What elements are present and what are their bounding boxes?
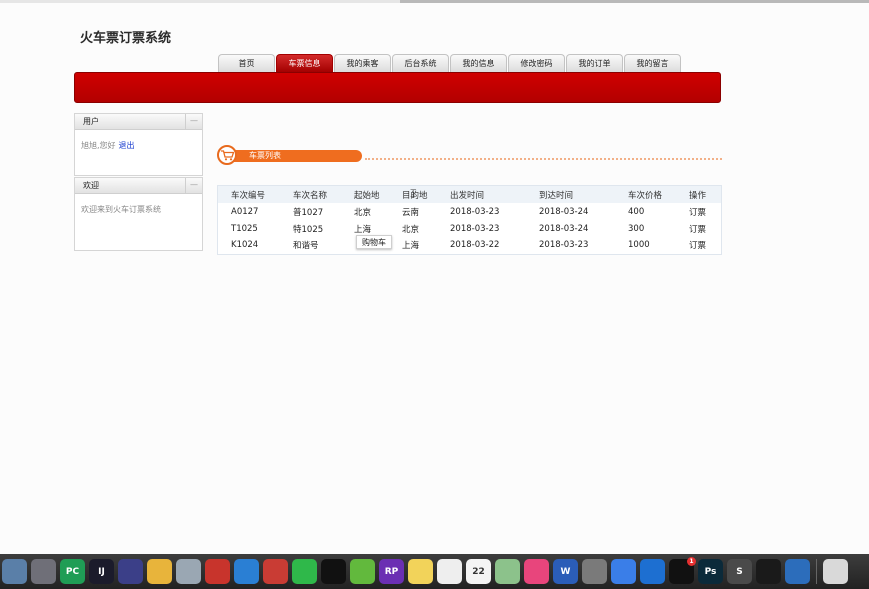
ticket-list-title: 车票列表 <box>231 150 362 162</box>
header-banner <box>74 72 721 103</box>
user-panel-header: 用户 — <box>75 114 202 130</box>
photoshop-icon[interactable]: Ps <box>698 559 723 584</box>
preview-icon[interactable] <box>2 559 27 584</box>
cell-price: 300 <box>628 223 645 234</box>
cell-train-no: A0127 <box>231 206 259 217</box>
system-preferences-icon[interactable] <box>582 559 607 584</box>
cell-arrive-time: 2018-03-24 <box>539 206 589 217</box>
tab-my-info[interactable]: 我的信息 <box>450 54 507 72</box>
intellij-icon[interactable]: IJ <box>89 559 114 584</box>
macos-dock: PC IJ RP 22 W 1 Ps S <box>0 554 869 589</box>
welcome-text: 欢迎来到火车订票系统 <box>81 205 161 214</box>
launchpad-icon[interactable] <box>31 559 56 584</box>
user-greeting: 旭旭,您好 <box>81 141 116 150</box>
trash-icon[interactable] <box>823 559 848 584</box>
cell-train-no: T1025 <box>231 223 258 234</box>
music-icon[interactable] <box>350 559 375 584</box>
notes-icon[interactable] <box>408 559 433 584</box>
ticket-table-header-row: 车次编号 车次名称 起始地 目的地 出发时间 到达时间 车次价格 操作 <box>218 186 721 203</box>
cell-price: 1000 <box>628 240 650 250</box>
qq-badge-icon[interactable]: 1 <box>669 557 696 584</box>
window-top-line <box>0 0 869 3</box>
screen-sharing-icon[interactable] <box>263 559 288 584</box>
book-ticket-link[interactable]: 订票 <box>676 237 721 254</box>
welcome-panel-collapse-button[interactable]: — <box>185 178 202 193</box>
column-header-origin: 起始地 <box>341 186 389 203</box>
itunes-icon[interactable] <box>524 559 549 584</box>
teamviewer-icon[interactable] <box>640 559 665 584</box>
ticket-table: 车次编号 车次名称 起始地 目的地 出发时间 到达时间 车次价格 操作 A012… <box>217 185 722 255</box>
cell-depart-time: 2018-03-23 <box>450 223 500 234</box>
redis-icon[interactable] <box>205 559 230 584</box>
tab-admin[interactable]: 后台系统 <box>392 54 449 72</box>
column-header-action: 操作 <box>676 186 721 203</box>
terminal-icon[interactable] <box>756 559 781 584</box>
cell-train-no: K1024 <box>231 240 259 250</box>
tab-my-orders[interactable]: 我的订单 <box>566 54 623 72</box>
tab-my-passengers[interactable]: 我的乘客 <box>334 54 391 72</box>
baidu-netdisk-icon[interactable] <box>611 559 636 584</box>
reminders-icon[interactable] <box>437 559 462 584</box>
book-ticket-link[interactable]: 订票 <box>676 203 721 220</box>
edge-icon[interactable] <box>785 559 810 584</box>
cell-origin: 北京 <box>354 207 372 218</box>
notification-badge: 1 <box>687 557 696 566</box>
app-title: 火车票订票系统 <box>80 31 172 46</box>
welcome-panel: 欢迎 — 欢迎来到火车订票系统 <box>74 177 203 251</box>
table-row: A0127 普1027 北京 云南 2018-03-23 2018-03-24 … <box>218 203 721 220</box>
main-nav: 首页 车票信息 我的乘客 后台系统 我的信息 修改密码 我的订单 我的留言 <box>218 54 681 72</box>
tab-my-messages[interactable]: 我的留言 <box>624 54 681 72</box>
word-icon[interactable]: W <box>553 559 578 584</box>
cell-train-name: 特1025 <box>293 224 324 235</box>
eclipse-icon[interactable] <box>118 559 143 584</box>
cell-destination: 北京 <box>402 224 420 235</box>
user-panel-body: 旭旭,您好 退出 <box>75 130 202 161</box>
dock-separator <box>816 559 817 584</box>
user-panel: 用户 — 旭旭,您好 退出 <box>74 113 203 176</box>
text-cursor-icon: ⌶ <box>410 187 417 200</box>
cart-tooltip: 购物车 <box>356 235 392 249</box>
tab-ticket-info[interactable]: 车票信息 <box>276 54 333 72</box>
sublime-icon[interactable]: S <box>727 559 752 584</box>
cart-icon[interactable] <box>217 145 237 165</box>
database-icon[interactable] <box>176 559 201 584</box>
cell-train-name: 和谐号 <box>293 241 319 251</box>
tab-home[interactable]: 首页 <box>218 54 275 72</box>
qq-icon[interactable] <box>321 559 346 584</box>
user-panel-title: 用户 <box>83 117 99 126</box>
axure-icon[interactable]: RP <box>379 559 404 584</box>
tab-change-password[interactable]: 修改密码 <box>508 54 565 72</box>
cell-train-name: 普1027 <box>293 207 324 218</box>
book-ticket-link[interactable]: 订票 <box>676 220 721 237</box>
welcome-panel-header: 欢迎 — <box>75 178 202 194</box>
cell-arrive-time: 2018-03-23 <box>539 240 589 250</box>
column-header-depart-time: 出发时间 <box>437 186 526 203</box>
ticket-list-divider <box>365 158 722 160</box>
cell-depart-time: 2018-03-22 <box>450 240 500 250</box>
sequel-pro-icon[interactable] <box>147 559 172 584</box>
table-row: T1025 特1025 上海 北京 2018-03-23 2018-03-24 … <box>218 220 721 237</box>
cell-depart-time: 2018-03-23 <box>450 206 500 217</box>
column-header-train-no: 车次编号 <box>218 186 280 203</box>
column-header-train-name: 车次名称 <box>280 186 341 203</box>
maps-icon[interactable] <box>495 559 520 584</box>
safari-icon[interactable] <box>234 559 259 584</box>
welcome-panel-title: 欢迎 <box>83 181 99 190</box>
window-top-line-segment <box>400 0 869 3</box>
pycharm-icon[interactable]: PC <box>60 559 85 584</box>
ticket-list-header: 车票列表 <box>217 145 722 167</box>
column-header-price: 车次价格 <box>615 186 676 203</box>
cell-destination: 上海 <box>402 241 420 251</box>
logout-link[interactable]: 退出 <box>119 141 135 150</box>
user-panel-collapse-button[interactable]: — <box>185 114 202 129</box>
cell-destination: 云南 <box>402 207 420 218</box>
cell-price: 400 <box>628 206 645 217</box>
cell-arrive-time: 2018-03-24 <box>539 223 589 234</box>
wechat-icon[interactable] <box>292 559 317 584</box>
table-row: K1024 和谐号 上海 2018-03-22 2018-03-23 1000 … <box>218 237 721 254</box>
column-header-arrive-time: 到达时间 <box>526 186 615 203</box>
calendar-icon[interactable]: 22 <box>466 559 491 584</box>
